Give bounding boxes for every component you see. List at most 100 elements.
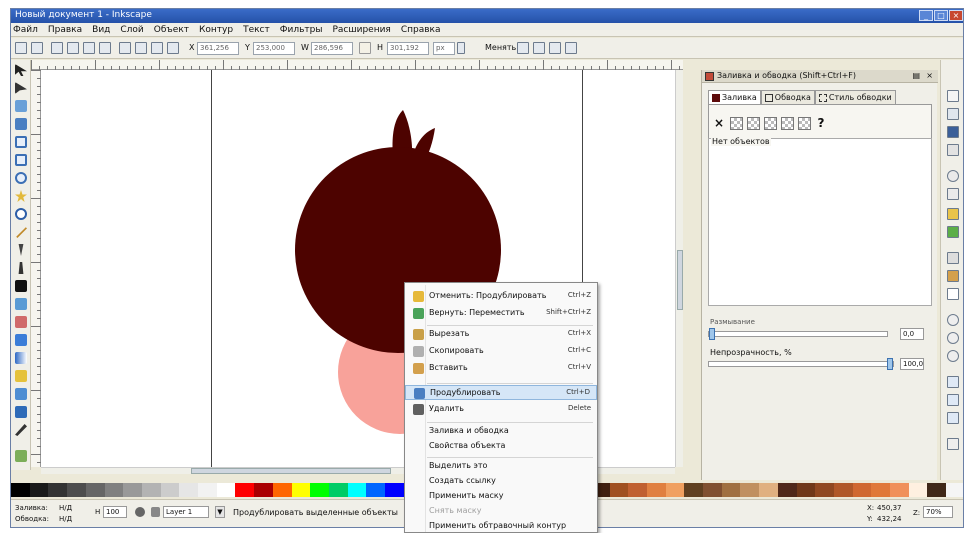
palette-swatch[interactable] <box>254 483 273 497</box>
open-icon[interactable] <box>947 108 959 120</box>
tab-stroke-paint[interactable]: Обводка <box>760 90 815 104</box>
palette-swatch[interactable] <box>815 483 834 497</box>
hscroll-thumb[interactable] <box>191 468 391 474</box>
select-all-icon[interactable] <box>15 42 27 54</box>
palette-swatch[interactable] <box>235 483 255 497</box>
menu-item-create-link[interactable]: Создать ссылку <box>405 474 597 489</box>
palette-swatch[interactable] <box>721 483 741 497</box>
palette-swatch[interactable] <box>759 483 778 497</box>
tab-stroke-style[interactable]: Стиль обводки <box>814 90 896 104</box>
lock-layer-icon[interactable] <box>151 507 160 517</box>
gradient-tool-icon[interactable] <box>15 352 27 364</box>
layer-select[interactable]: Layer 1 <box>163 506 209 518</box>
palette-swatch[interactable] <box>366 483 386 497</box>
lower-icon[interactable] <box>151 42 163 54</box>
zoom-tool-icon[interactable] <box>15 118 27 130</box>
no-paint-icon[interactable]: × <box>714 116 726 130</box>
eye-icon[interactable] <box>135 507 145 517</box>
blur-slider[interactable] <box>708 328 888 340</box>
menu-item-delete[interactable]: Удалить Delete <box>405 402 597 417</box>
fill-value[interactable]: Н/Д <box>59 504 72 512</box>
palette-swatch[interactable] <box>48 483 68 497</box>
import-icon[interactable] <box>947 170 959 182</box>
flat-color-icon[interactable] <box>730 116 743 130</box>
menu-item-undo[interactable]: Отменить: Продублировать Ctrl+Z <box>405 289 597 304</box>
flip-horizontal-icon[interactable] <box>83 42 95 54</box>
palette-swatch[interactable] <box>665 483 685 497</box>
palette-swatch[interactable] <box>833 483 853 497</box>
spiral-tool-icon[interactable] <box>15 208 27 220</box>
eraser-tool-icon[interactable] <box>15 316 27 328</box>
tab-fill[interactable]: Заливка <box>708 90 761 104</box>
paint-tool-icon[interactable] <box>15 424 27 436</box>
menu-extensions[interactable]: Расширения <box>332 23 390 36</box>
lower-to-bottom-icon[interactable] <box>167 42 179 54</box>
palette-swatch[interactable] <box>385 483 404 497</box>
palette-swatch[interactable] <box>347 483 367 497</box>
height-field[interactable]: 301,192 <box>387 42 429 55</box>
palette-swatch[interactable] <box>852 483 872 497</box>
unset-paint-icon[interactable]: ? <box>815 116 827 130</box>
palette-swatch[interactable] <box>908 483 928 497</box>
menu-item-redo[interactable]: Вернуть: Переместить Shift+Ctrl+Z <box>405 306 597 321</box>
save-icon[interactable] <box>947 126 959 138</box>
palette-swatch[interactable] <box>927 483 947 497</box>
scale-stroke-icon[interactable] <box>517 42 529 54</box>
connector-tool-icon[interactable] <box>15 388 27 400</box>
menu-layer[interactable]: Слой <box>120 23 143 36</box>
palette-swatch[interactable] <box>85 483 105 497</box>
node-tool-icon[interactable] <box>15 82 27 94</box>
panel-menu-icon[interactable]: ▤ <box>912 71 920 80</box>
zoom-selection-icon[interactable] <box>947 314 959 326</box>
palette-swatch[interactable] <box>628 483 647 497</box>
move-patterns-icon[interactable] <box>565 42 577 54</box>
unlink-clone-icon[interactable] <box>947 412 959 424</box>
zoom-page-icon[interactable] <box>947 350 959 362</box>
palette-swatch[interactable] <box>946 483 963 497</box>
paste-cmd-icon[interactable] <box>947 270 959 282</box>
menu-item-paste[interactable]: Вставить Ctrl+V <box>405 361 597 376</box>
select-all-layers-icon[interactable] <box>31 42 43 54</box>
lock-icon[interactable] <box>359 42 371 54</box>
opacity-slider-knob[interactable] <box>887 358 893 370</box>
palette-swatch[interactable] <box>684 483 704 497</box>
rotate-ccw-icon[interactable] <box>51 42 63 54</box>
spray-tool-icon[interactable] <box>15 298 27 310</box>
close-icon[interactable]: × <box>949 10 963 21</box>
box3d-tool-icon[interactable] <box>15 154 27 166</box>
menu-filters[interactable]: Фильтры <box>280 23 323 36</box>
raise-to-top-icon[interactable] <box>119 42 131 54</box>
blur-slider-knob[interactable] <box>709 328 715 340</box>
raise-icon[interactable] <box>135 42 147 54</box>
palette-swatch[interactable] <box>67 483 86 497</box>
menu-item-set-mask[interactable]: Применить маску <box>405 489 597 504</box>
menu-text[interactable]: Текст <box>243 23 270 36</box>
rotate-cw-icon[interactable] <box>67 42 79 54</box>
palette-swatch[interactable] <box>609 483 629 497</box>
width-field[interactable]: 286,596 <box>311 42 353 55</box>
palette-swatch[interactable] <box>890 483 909 497</box>
stroke-value[interactable]: Н/Д <box>59 515 72 523</box>
linear-gradient-icon[interactable] <box>747 116 760 130</box>
tweak-tool-icon[interactable] <box>15 100 27 112</box>
menu-item-object-properties[interactable]: Свойства объекта <box>405 439 597 454</box>
menu-path[interactable]: Контур <box>199 23 233 36</box>
clone-icon[interactable] <box>947 394 959 406</box>
menu-item-copy[interactable]: Скопировать Ctrl+C <box>405 344 597 359</box>
print-icon[interactable] <box>947 144 959 156</box>
group-icon[interactable] <box>947 438 959 450</box>
palette-swatch[interactable] <box>310 483 329 497</box>
new-document-icon[interactable] <box>947 90 959 102</box>
palette-swatch[interactable] <box>777 483 797 497</box>
palette-swatch[interactable] <box>216 483 236 497</box>
bucket-tool-icon[interactable] <box>15 334 27 346</box>
units-select[interactable]: px <box>433 42 455 55</box>
menu-item-fill-stroke[interactable]: Заливка и обводка <box>405 424 597 439</box>
star-tool-icon[interactable] <box>15 190 27 202</box>
palette-swatch[interactable] <box>179 483 199 497</box>
pen-tool-icon[interactable] <box>18 244 24 256</box>
menu-item-release-mask[interactable]: Снять маску <box>405 504 597 519</box>
chevron-down-icon[interactable] <box>457 42 465 54</box>
flip-vertical-icon[interactable] <box>99 42 111 54</box>
minimize-icon[interactable]: _ <box>919 10 933 21</box>
